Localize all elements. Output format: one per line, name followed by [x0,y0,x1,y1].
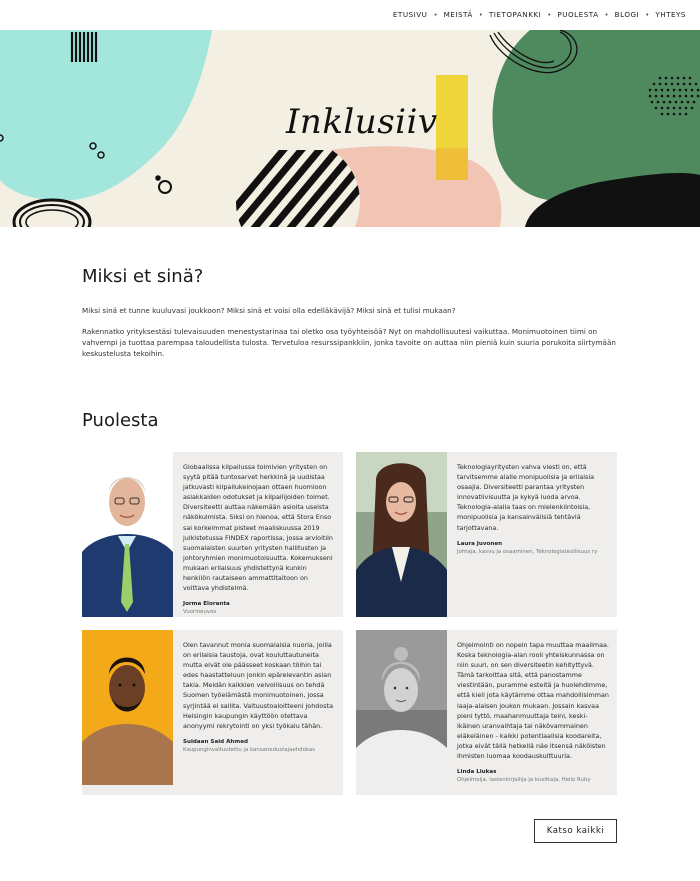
loop-ring-shape [12,198,92,227]
why-paragraph-1: Miksi sinä et tunne kuuluvasi joukkoon? … [82,306,456,315]
hero-title: Inklusiiv [286,102,438,142]
nav-item-puolesta[interactable]: PUOLESTA [557,10,598,19]
advocate-card: Globaalissa kilpailussa toimivien yritys… [82,452,343,617]
nav-separator: • [433,10,438,19]
nav-separator: • [478,10,483,19]
advocate-quote: Olen tavannut monia suomalaisia nuoria, … [183,641,333,730]
nav-item-etusivu[interactable]: ETUSIVU [393,10,428,19]
advocate-quote: Teknologiayritysten vahva viesti on, ett… [457,463,595,532]
advocate-name: Jorma Eloranta [183,601,230,608]
advocate-text: Globaalissa kilpailussa toimivien yritys… [183,462,335,616]
advocate-card: Olen tavannut monia suomalaisia nuoria, … [82,630,343,795]
top-navigation: ETUSIVU • MEISTÄ • TIETOPANKKI • PUOLEST… [0,0,700,30]
advocate-name: Laura Juvonen [457,540,503,547]
why-section: Miksi et sinä? Miksi sinä et tunne kuulu… [82,266,618,359]
advocates-heading: Puolesta [82,410,159,431]
nav-item-tietopankki[interactable]: TIETOPANKKI [489,10,541,19]
advocate-text: Teknologiayritysten vahva viesti on, ett… [457,462,609,556]
advocate-name: Linda Liukas [457,769,497,776]
advocates-heading-wrap: Puolesta [82,410,618,431]
advocate-role: Vuorineuvos [183,609,217,616]
show-all-button[interactable]: Katso kaikki [534,819,617,843]
nav-separator: • [645,10,650,19]
advocate-card: Teknologiayritysten vahva viesti on, ett… [356,452,617,617]
nav-links: ETUSIVU • MEISTÄ • TIETOPANKKI • PUOLEST… [393,10,686,19]
advocate-photo-suldaan [82,630,173,795]
hero-banner: Inklusiiv [0,30,700,227]
scribble-lines-shape [70,32,98,62]
advocate-photo-linda [356,630,447,795]
advocate-photo-laura [356,452,447,617]
advocate-quote: Ohjelmointi on nopein tapa muuttaa maail… [457,641,609,761]
advocate-text: Ohjelmointi on nopein tapa muuttaa maail… [457,640,609,784]
advocate-role: Kaupunginvaltuutettu ja kansanedustajaeh… [183,746,316,753]
advocate-role: Ohjelmoija, lastenkirjailija ja kuvittaj… [457,777,591,784]
advocate-text: Olen tavannut monia suomalaisia nuoria, … [183,640,335,754]
nav-item-blogi[interactable]: BLOGI [615,10,640,19]
advocate-quote: Globaalissa kilpailussa toimivien yritys… [183,463,333,593]
advocate-name: Suldaan Said Ahmed [183,738,249,745]
why-heading: Miksi et sinä? [82,266,204,287]
why-paragraph-2: Rakennatko yrityksestäsi tulevaisuuden m… [82,327,616,358]
nav-separator: • [604,10,609,19]
teal-blob-shape [0,30,212,201]
advocate-card: Ohjelmointi on nopein tapa muuttaa maail… [356,630,617,795]
advocate-photo-jorma [82,452,173,617]
advocate-role: Johtaja, kasvu ja osaaminen, Teknologiat… [457,548,598,555]
nav-item-yhteys[interactable]: YHTEYS [655,10,686,19]
nav-separator: • [547,10,552,19]
nav-item-meista[interactable]: MEISTÄ [444,10,473,19]
